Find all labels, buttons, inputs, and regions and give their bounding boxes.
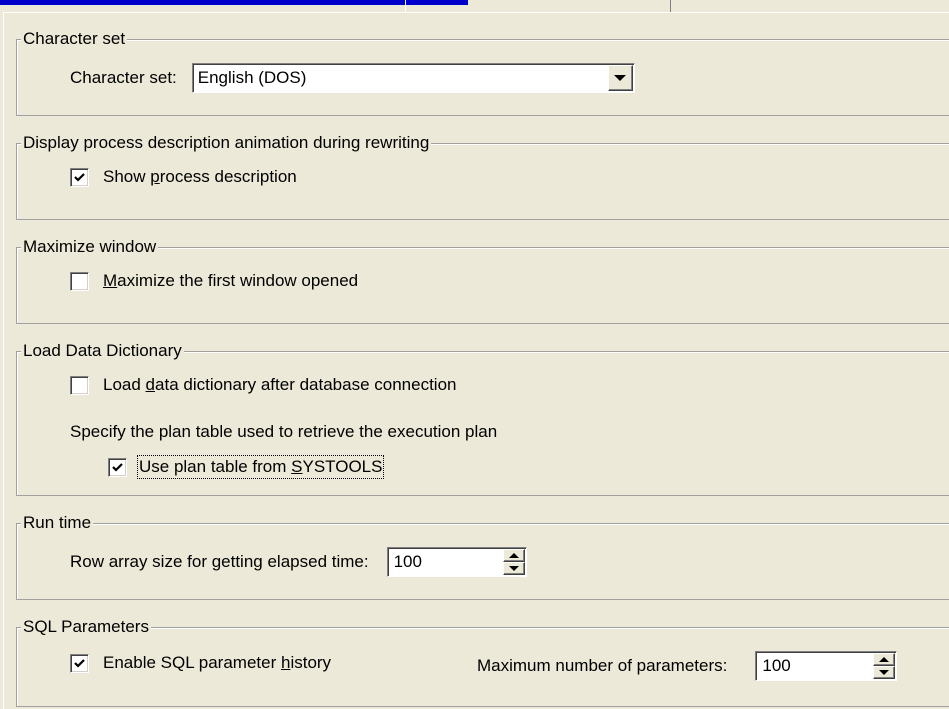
sql-parameters-group: SQL Parameters Enable SQL parameter hist… [16, 616, 949, 707]
enable-parameter-history-label: Enable SQL parameter history [103, 653, 332, 672]
character-set-group: Character set Character set: English (DO… [16, 28, 949, 116]
arrow-down-icon [508, 566, 519, 571]
tab-edge [405, 0, 406, 12]
show-process-description-label: Show process description [103, 167, 297, 186]
row-array-size-spinner[interactable]: 100 [386, 547, 527, 577]
checkbox-box[interactable] [70, 375, 89, 395]
checkbox-box[interactable] [70, 167, 89, 187]
run-time-group-title: Run time [21, 512, 94, 534]
check-icon [74, 172, 85, 182]
spin-down-button[interactable] [502, 562, 525, 575]
run-time-group: Run time Row array size for getting elap… [16, 512, 949, 600]
show-process-description-checkbox[interactable]: Show process description [70, 167, 297, 187]
max-parameters-value[interactable]: 100 [756, 652, 872, 680]
row-array-size-label: Row array size for getting elapsed time: [70, 552, 369, 571]
maximize-window-group-title: Maximize window [21, 236, 159, 258]
spin-down-button[interactable] [873, 666, 896, 679]
max-parameters-spinner[interactable]: 100 [755, 651, 898, 681]
checkbox-box[interactable] [108, 457, 127, 477]
check-icon [74, 658, 85, 668]
use-systools-label: Use plan table from SYSTOOLS [136, 455, 385, 479]
tab-edge [670, 0, 671, 12]
character-set-label: Character set: [70, 68, 177, 87]
process-description-group-title: Display process description animation du… [21, 132, 432, 154]
maximize-window-label: Maximize the first window opened [103, 271, 359, 290]
maximize-window-group: Maximize window Maximize the first windo… [16, 236, 949, 324]
check-icon [112, 462, 123, 472]
options-panel: Character set Character set: English (DO… [3, 12, 949, 709]
tab-link-underline[interactable] [0, 0, 468, 5]
checkbox-box[interactable] [70, 271, 89, 291]
load-data-dictionary-label: Load data dictionary after database conn… [103, 375, 457, 394]
tab-strip [0, 0, 949, 12]
plan-table-description: Specify the plan table used to retrieve … [70, 422, 498, 441]
arrow-down-icon [879, 670, 890, 675]
checkbox-box[interactable] [70, 653, 89, 673]
spin-up-button[interactable] [502, 549, 525, 562]
character-set-group-title: Character set [21, 28, 128, 50]
process-description-group: Display process description animation du… [16, 132, 949, 220]
load-data-dictionary-group: Load Data Dictionary Load data dictionar… [16, 340, 949, 496]
character-set-value: English (DOS) [197, 68, 307, 87]
dropdown-arrow-button[interactable] [607, 65, 633, 91]
sql-parameters-group-title: SQL Parameters [21, 616, 151, 638]
use-systools-checkbox[interactable]: Use plan table from SYSTOOLS [108, 455, 385, 479]
load-data-dictionary-checkbox[interactable]: Load data dictionary after database conn… [70, 375, 457, 395]
chevron-down-icon [614, 75, 627, 81]
spin-up-button[interactable] [873, 653, 896, 666]
arrow-up-icon [508, 553, 519, 558]
max-parameters-label: Maximum number of parameters: [477, 656, 728, 675]
arrow-up-icon [879, 657, 890, 662]
character-set-dropdown[interactable]: English (DOS) [191, 63, 635, 93]
maximize-window-checkbox[interactable]: Maximize the first window opened [70, 271, 358, 291]
enable-parameter-history-checkbox[interactable]: Enable SQL parameter history [70, 653, 331, 673]
row-array-size-value[interactable]: 100 [388, 548, 502, 576]
load-data-dictionary-group-title: Load Data Dictionary [21, 340, 184, 362]
